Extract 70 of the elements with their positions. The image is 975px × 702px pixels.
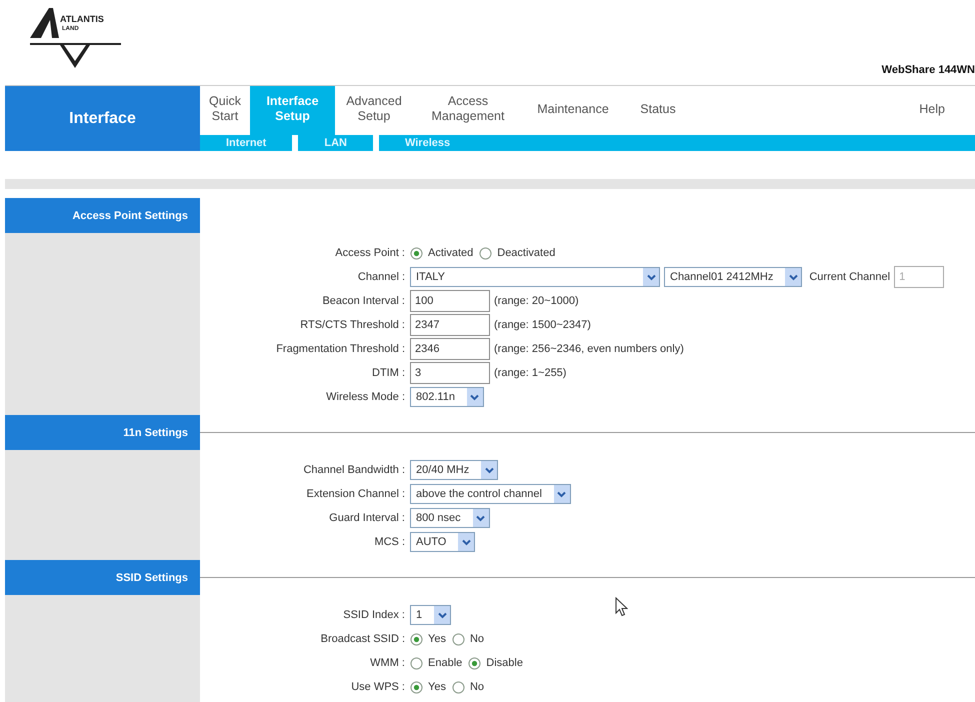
field-label: Fragmentation Threshold : (275, 343, 406, 355)
nav-tab[interactable]: Access Management (413, 86, 523, 135)
chevron-down-icon (557, 490, 566, 498)
section-header: 11n Settings (5, 415, 200, 450)
dropdown[interactable]: 800 nsec (410, 508, 490, 528)
option-label: No (470, 633, 484, 645)
text-field[interactable]: 2347 (410, 314, 490, 336)
dropdown[interactable]: AUTO (410, 532, 476, 552)
field-label: MCS : (373, 536, 406, 548)
section-title: Interface (5, 86, 200, 151)
chevron-down-icon (462, 538, 471, 546)
field-label: Wireless Mode : (325, 391, 406, 403)
option-label: Deactivated (497, 247, 556, 259)
option-label: Yes (428, 681, 446, 693)
radio-button[interactable] (410, 680, 423, 694)
field-label: Guard Interval : (328, 512, 406, 524)
radio-button[interactable] (452, 632, 465, 646)
dropdown[interactable]: 1 (410, 605, 452, 625)
chevron-down-icon (484, 466, 494, 474)
field-label: Channel : (356, 271, 406, 283)
range-hint: (range: 1500~2347) (494, 319, 591, 331)
chevron-down-icon (788, 274, 798, 280)
radio-button[interactable] (479, 246, 492, 260)
field-label: Use WPS : (350, 681, 406, 693)
dropdown[interactable]: 802.11n (410, 387, 484, 407)
chevron-down-icon (438, 612, 447, 618)
dropdown[interactable]: ITALY (410, 267, 660, 287)
field-label: Beacon Interval : (321, 295, 406, 307)
current-channel-label: Current Channel (809, 271, 890, 283)
field-label: Channel Bandwidth : (302, 464, 406, 476)
field-label: SSID Index : (342, 609, 406, 621)
option-label: Activated (428, 247, 474, 259)
nav-tab[interactable]: Quick Start (200, 86, 250, 135)
option-label: Yes (428, 633, 446, 645)
dropdown[interactable]: Channel01 2412MHz (664, 267, 802, 287)
dropdown[interactable]: 20/40 MHz (410, 460, 498, 480)
range-hint: (range: 256~2346, even numbers only) (494, 343, 684, 355)
mouse-pointer-icon (615, 597, 628, 617)
radio-button[interactable] (452, 680, 465, 694)
range-hint: (range: 1~255) (494, 367, 566, 379)
nav-tab[interactable]: Help (693, 86, 953, 135)
option-label: No (470, 681, 484, 693)
text-field[interactable]: 2346 (410, 338, 490, 360)
nav-tab[interactable]: Advanced Setup (335, 86, 413, 135)
text-field[interactable]: 3 (410, 362, 490, 384)
dropdown[interactable]: above the control channel (410, 484, 571, 504)
field-label: DTIM : (371, 367, 406, 379)
field-label: Extension Channel : (306, 488, 406, 500)
section-header: Access Point Settings (5, 198, 200, 233)
option-label: Disable (486, 657, 523, 669)
chevron-down-icon (646, 274, 656, 280)
radio-button[interactable] (410, 632, 423, 646)
model-name: WebShare 144WN (882, 64, 975, 76)
nav-tab[interactable]: Status (623, 86, 693, 135)
field-label: RTS/CTS Threshold : (299, 319, 406, 331)
radio-button[interactable] (410, 246, 423, 260)
option-label: Enable (428, 657, 462, 669)
text-field[interactable]: 100 (410, 290, 490, 312)
chevron-down-icon (476, 514, 486, 522)
radio-button[interactable] (468, 656, 482, 670)
chevron-down-icon (470, 394, 480, 400)
logo-icon (30, 8, 60, 38)
logo-text: ATLANTIS (60, 14, 104, 24)
nav-tab[interactable]: Maintenance (523, 86, 623, 135)
field-label: Access Point : (334, 247, 406, 259)
field-label: Broadcast SSID : (320, 633, 406, 645)
radio-button[interactable] (410, 656, 423, 670)
range-hint: (range: 20~1000) (494, 295, 579, 307)
field-label: WMM : (369, 657, 406, 669)
section-header: SSID Settings (5, 560, 200, 595)
